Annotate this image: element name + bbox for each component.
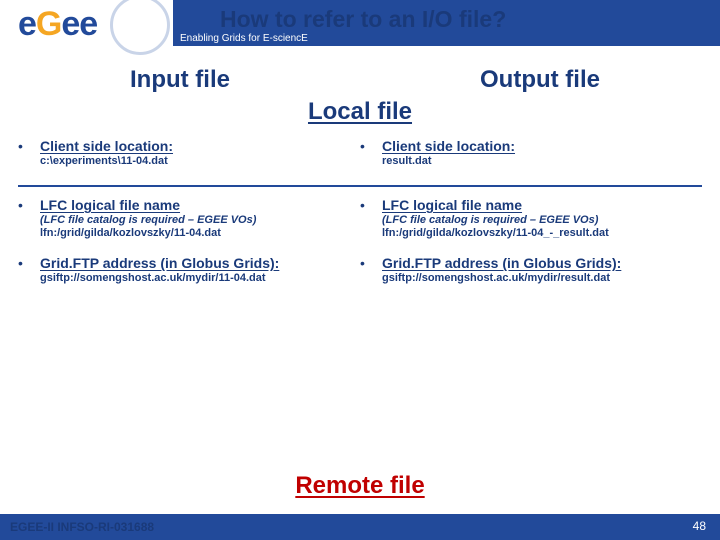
input-file-header: Input file bbox=[0, 66, 360, 94]
logo-letter: e bbox=[79, 5, 97, 43]
list-item: • Client side location: result.dat bbox=[360, 138, 702, 167]
item-detail: c:\experiments\11-04.dat bbox=[40, 155, 360, 167]
left-column: • LFC logical file name (LFC file catalo… bbox=[18, 197, 360, 300]
item-heading: LFC logical file name bbox=[382, 197, 702, 213]
left-column: • Client side location: c:\experiments\1… bbox=[18, 138, 360, 183]
item-heading: Client side location: bbox=[382, 138, 702, 154]
item-heading: Grid.FTP address (in Globus Grids): bbox=[382, 255, 702, 271]
item-detail: (LFC file catalog is required – EGEE VOs… bbox=[382, 214, 702, 226]
logo-circle-icon bbox=[110, 0, 170, 55]
list-item: • LFC logical file name (LFC file catalo… bbox=[18, 197, 360, 239]
content-columns: • Client side location: c:\experiments\1… bbox=[0, 138, 720, 183]
bullet-icon: • bbox=[360, 255, 382, 284]
item-detail: result.dat bbox=[382, 155, 702, 167]
list-item: • Grid.FTP address (in Globus Grids): gs… bbox=[360, 255, 702, 284]
list-item: • LFC logical file name (LFC file catalo… bbox=[360, 197, 702, 239]
bullet-icon: • bbox=[18, 255, 40, 284]
bullet-icon: • bbox=[18, 138, 40, 167]
bullet-icon: • bbox=[18, 197, 40, 239]
item-detail: (LFC file catalog is required – EGEE VOs… bbox=[40, 214, 360, 226]
bullet-icon: • bbox=[360, 197, 382, 239]
column-headers: Input file Output file bbox=[0, 66, 720, 94]
output-file-header: Output file bbox=[360, 66, 720, 94]
logo-letter: e bbox=[61, 5, 79, 43]
remote-file-label: Remote file bbox=[0, 472, 720, 500]
item-heading: Client side location: bbox=[40, 138, 360, 154]
local-file-label: Local file bbox=[0, 98, 720, 126]
bullet-icon: • bbox=[360, 138, 382, 167]
logo-letter: G bbox=[36, 5, 61, 43]
list-item: • Client side location: c:\experiments\1… bbox=[18, 138, 360, 167]
right-column: • LFC logical file name (LFC file catalo… bbox=[360, 197, 702, 300]
item-heading: Grid.FTP address (in Globus Grids): bbox=[40, 255, 360, 271]
right-column: • Client side location: result.dat bbox=[360, 138, 702, 183]
slide-title: How to refer to an I/O file? bbox=[220, 6, 506, 33]
footer-id: EGEE-II INFSO-RI-031688 bbox=[10, 520, 154, 534]
item-heading: LFC logical file name bbox=[40, 197, 360, 213]
list-item: • Grid.FTP address (in Globus Grids): gs… bbox=[18, 255, 360, 284]
page-number: 48 bbox=[689, 517, 710, 535]
slide-subtitle: Enabling Grids for E-sciencE bbox=[180, 33, 308, 44]
item-detail: lfn:/grid/gilda/kozlovszky/11-04.dat bbox=[40, 227, 360, 239]
divider bbox=[18, 185, 702, 187]
logo-letter: e bbox=[18, 5, 36, 43]
item-detail: gsiftp://somengshost.ac.uk/mydir/result.… bbox=[382, 272, 702, 284]
item-detail: gsiftp://somengshost.ac.uk/mydir/11-04.d… bbox=[40, 272, 360, 284]
content-columns: • LFC logical file name (LFC file catalo… bbox=[0, 197, 720, 300]
egee-logo: eGee bbox=[10, 3, 168, 53]
item-detail: lfn:/grid/gilda/kozlovszky/11-04_-_resul… bbox=[382, 227, 702, 239]
